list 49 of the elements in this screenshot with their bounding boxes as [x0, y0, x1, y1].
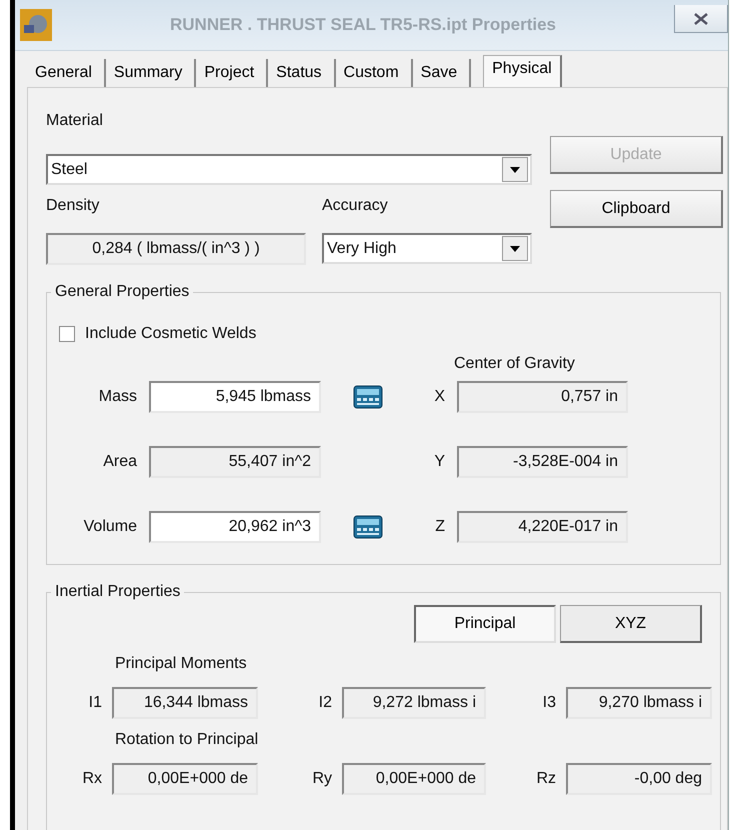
- material-dropdown[interactable]: Steel: [46, 154, 532, 185]
- accuracy-dropdown[interactable]: Very High: [322, 233, 532, 264]
- app-icon: [20, 9, 52, 41]
- tab[interactable]: Physical: [483, 55, 562, 87]
- close-icon: [694, 12, 708, 24]
- moment-field[interactable]: 16,344 lbmass: [112, 687, 258, 719]
- rotation-field[interactable]: 0,00E+000 de: [112, 763, 258, 795]
- clipboard-button[interactable]: Clipboard: [550, 190, 723, 228]
- section-label: Rotation to Principal: [115, 731, 260, 749]
- moment-field[interactable]: 9,270 lbmass i: [566, 687, 712, 719]
- accuracy-label: Accuracy: [322, 197, 388, 215]
- axis-label: Ry: [311, 770, 332, 788]
- mode-button[interactable]: Principal: [414, 605, 556, 643]
- group-title: Inertial Properties: [54, 583, 182, 601]
- caret-icon: [510, 166, 520, 172]
- rotation-field[interactable]: 0,00E+000 de: [342, 763, 486, 795]
- checkbox[interactable]: [59, 326, 75, 342]
- close-button[interactable]: [674, 5, 728, 33]
- axis-label: X: [433, 388, 445, 406]
- axis-label: I3: [542, 694, 556, 712]
- calculator-icon[interactable]: [353, 515, 383, 539]
- checkbox-label: Include Cosmetic Welds: [85, 325, 256, 343]
- property-field[interactable]: 5,945 lbmass: [149, 381, 321, 413]
- property-label: Area: [102, 453, 137, 471]
- coordinate-field: 0,757 in: [457, 381, 628, 413]
- axis-label: Y: [433, 453, 445, 471]
- moment-field[interactable]: 9,272 lbmass i: [342, 687, 486, 719]
- axis-label: Z: [434, 518, 445, 536]
- group-title: General Properties: [54, 283, 190, 301]
- coordinate-field: 4,220E-017 in: [457, 511, 628, 543]
- coordinate-field: -3,528E-004 in: [457, 446, 628, 478]
- rotation-field[interactable]: -0,00 deg: [566, 763, 712, 795]
- axis-label: Rx: [81, 770, 102, 788]
- axis-label: I2: [318, 694, 332, 712]
- window-title: RUNNER . THRUST SEAL TR5-RS.ipt Properties: [168, 15, 557, 35]
- mode-button[interactable]: XYZ: [560, 605, 702, 643]
- calculator-icon[interactable]: [353, 385, 383, 409]
- density-label: Density: [46, 197, 100, 215]
- material-label: Material: [46, 112, 104, 130]
- property-label: Volume: [82, 518, 137, 536]
- axis-label: Rz: [535, 770, 556, 788]
- section-label: Principal Moments: [115, 655, 248, 673]
- property-field[interactable]: 55,407 in^2: [149, 446, 321, 478]
- density-field: 0,284 ( lbmass/( in^3 ) ): [46, 233, 306, 265]
- axis-label: I1: [88, 694, 102, 712]
- center-of-gravity-label: Center of Gravity: [454, 355, 576, 373]
- property-label: Mass: [98, 388, 137, 406]
- caret-icon: [510, 246, 520, 252]
- property-field[interactable]: 20,962 in^3: [149, 511, 321, 543]
